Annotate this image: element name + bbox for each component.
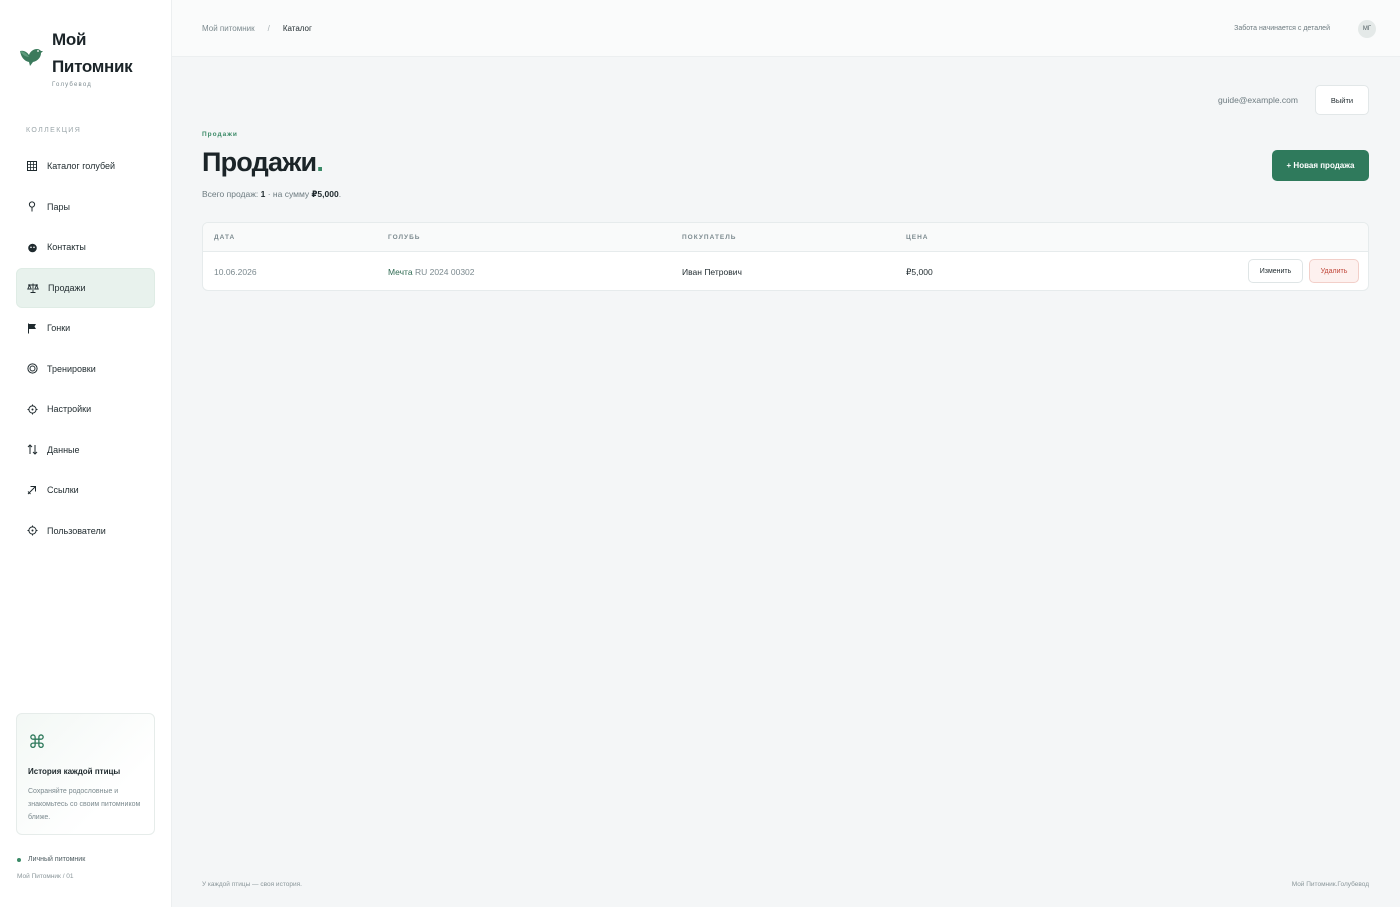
sidebar-item-label: Каталог голубей [47,161,116,172]
summary-total: ₽5,000 [311,189,339,199]
header-tagline: Забота начинается с деталей [1234,25,1330,32]
sidebar: Мой Питомник Голубевод КОЛЛЕКЦИЯ Каталог… [0,0,172,907]
avatar[interactable]: МГ [1358,20,1376,38]
cell-price: ₽5,000 [906,267,933,277]
column-header-price: ЦЕНА [906,234,929,241]
sidebar-item-users[interactable]: Пользователи [16,511,155,552]
sales-table: ДАТА ГОЛУБЬ ПОКУПАТЕЛЬ ЦЕНА 10.06.2026 М… [202,222,1369,291]
cell-bird: Мечта RU 2024 00302 [388,267,475,277]
column-header-date: ДАТА [214,234,236,241]
page-eyebrow: Продажи [202,131,238,138]
sales-summary: Всего продаж: 1 · на сумму ₽5,000. [202,189,341,200]
sidebar-item-label: Пары [47,201,70,212]
promo-text: Сохраняйте родословные и знакомьтесь со … [28,788,141,821]
column-header-bird: ГОЛУБЬ [388,234,421,241]
sidebar-item-settings[interactable]: Настройки [16,389,155,430]
account-email: guide@example.com [1218,95,1298,105]
scales-icon [27,283,39,293]
summary-middle: · на сумму [265,189,312,199]
sidebar-item-races[interactable]: Гонки [16,308,155,349]
sidebar-item-label: Данные [47,444,80,455]
bird-name-link[interactable]: Мечта [388,267,413,277]
footer-brand: Мой Питомник.Голубевод [1291,881,1369,888]
breadcrumb-separator: / [267,24,270,33]
pigeon-logo-icon [20,49,43,66]
page-title-text: Продажи [202,147,317,177]
sidebar-item-pairs[interactable]: Пары [16,187,155,228]
sidebar-footer: Мой Питомник / 01 [17,873,74,880]
brand-title: Мой [52,30,87,49]
cell-buyer: Иван Петрович [682,267,742,277]
sidebar-item-training[interactable]: Тренировки [16,349,155,390]
footer-note: У каждой птицы — своя история. [202,881,302,888]
cell-date: 10.06.2026 [214,267,257,277]
sort-arrows-icon [26,444,38,455]
nav-section-label: КОЛЛЕКЦИЯ [26,127,82,134]
sidebar-item-label: Ссылки [47,485,79,496]
sidebar-item-data[interactable]: Данные [16,430,155,471]
sidebar-item-links[interactable]: Ссылки [16,470,155,511]
users-icon [26,525,38,536]
summary-suffix: . [338,189,342,199]
page-title: Продажи. [202,147,324,178]
page-title-dot: . [316,147,324,177]
status-row: Личный питомник [17,856,85,863]
sidebar-item-label: Контакты [47,242,86,253]
edit-button[interactable]: Изменить [1248,259,1303,283]
sidebar-item-label: Продажи [48,282,86,293]
sidebar-item-label: Пользователи [47,525,106,536]
brand-subtitle: Голубевод [52,82,92,88]
sidebar-item-sales[interactable]: Продажи [16,267,155,308]
grid-icon [26,161,38,172]
sidebar-item-catalog[interactable]: Каталог голубей [16,146,155,187]
gear-icon [26,404,38,415]
bird-ring: RU 2024 00302 [414,267,475,277]
flag-icon [26,323,38,334]
table-row: 10.06.2026 Мечта RU 2024 00302 Иван Петр… [203,252,1368,290]
sidebar-item-label: Гонки [47,323,71,334]
link-arrow-icon [26,485,38,495]
promo-title: История каждой птицы [28,767,121,776]
command-icon: ⌘ [28,732,46,752]
pin-icon [26,201,38,212]
column-header-buyer: ПОКУПАТЕЛЬ [682,234,737,241]
sidebar-item-label: Настройки [47,404,92,415]
topbar: Мой питомник / Каталог Забота начинается… [172,0,1400,57]
new-sale-button[interactable]: + Новая продажа [1272,150,1369,181]
logout-button[interactable]: Выйти [1315,85,1369,115]
promo-card: ⌘ История каждой птицы Сохраняйте родосл… [16,713,155,835]
sidebar-item-contacts[interactable]: Контакты [16,227,155,268]
table-header: ДАТА ГОЛУБЬ ПОКУПАТЕЛЬ ЦЕНА [203,223,1368,252]
breadcrumb: Мой питомник / Каталог [202,24,312,33]
contacts-icon [26,242,38,253]
summary-prefix: Всего продаж: [202,189,261,199]
brand[interactable]: Мой Питомник Голубевод [18,26,133,88]
sidebar-nav: Каталог голубей Пары Контакты Продажи Го… [16,146,155,551]
breadcrumb-home[interactable]: Мой питомник [202,24,255,33]
delete-button[interactable]: Удалить [1309,259,1359,283]
brand-title-line2: Питомник [52,57,133,76]
status-text: Личный питомник [28,856,86,863]
target-icon [26,363,38,374]
status-dot-icon [17,857,21,862]
breadcrumb-current: Каталог [282,24,312,33]
sidebar-item-label: Тренировки [47,363,96,374]
